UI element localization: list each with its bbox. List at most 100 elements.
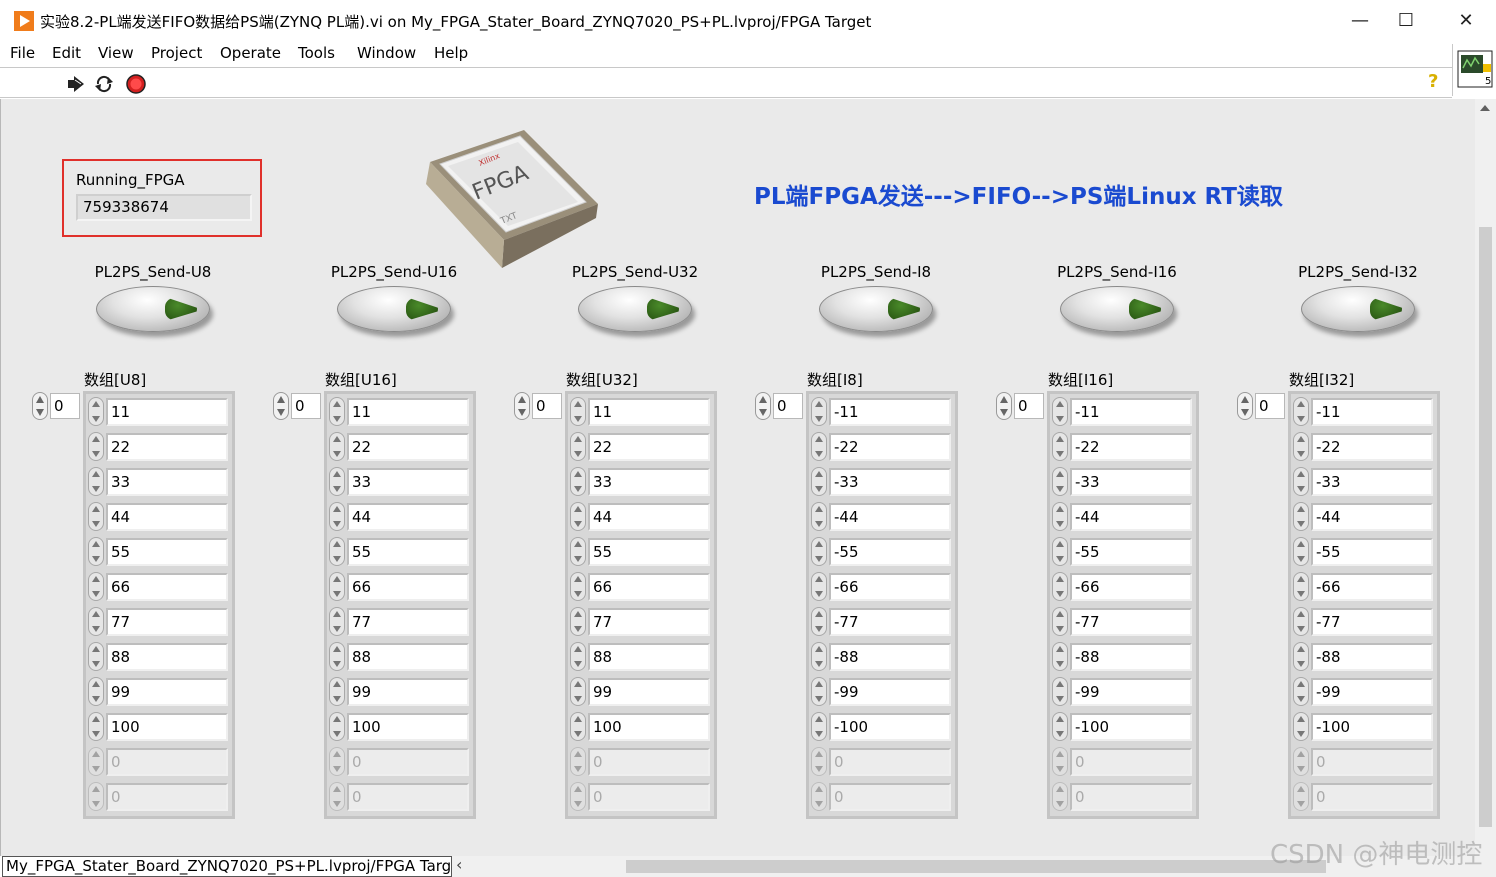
array-element[interactable]: -44 [1291,499,1437,534]
element-spinner[interactable] [1052,712,1068,741]
element-value[interactable]: 44 [347,503,469,531]
element-value[interactable]: 11 [347,398,469,426]
element-spinner[interactable] [570,537,586,566]
element-spinner[interactable] [329,502,345,531]
array-element[interactable]: -22 [809,429,955,464]
array-element[interactable]: -11 [809,394,955,429]
array-element[interactable]: -77 [809,604,955,639]
array-element[interactable]: 77 [327,604,473,639]
array-element[interactable]: -100 [1050,709,1196,744]
array-element[interactable]: 100 [568,709,714,744]
array-element[interactable]: 11 [568,394,714,429]
array-element[interactable]: -44 [1050,499,1196,534]
element-spinner[interactable] [811,677,827,706]
element-spinner[interactable] [88,572,104,601]
menu-file[interactable]: File [10,44,35,62]
element-spinner[interactable] [329,677,345,706]
element-spinner[interactable] [570,432,586,461]
element-spinner[interactable] [1052,502,1068,531]
element-spinner[interactable] [1052,467,1068,496]
element-value[interactable]: 99 [106,678,228,706]
element-spinner[interactable] [1052,677,1068,706]
element-value[interactable]: -77 [829,608,951,636]
array-element[interactable]: -66 [1050,569,1196,604]
array-element[interactable]: -22 [1050,429,1196,464]
element-spinner[interactable] [329,642,345,671]
element-spinner[interactable] [1293,432,1309,461]
element-spinner[interactable] [329,432,345,461]
element-spinner[interactable] [811,502,827,531]
element-spinner[interactable] [811,642,827,671]
send-button-i8[interactable] [819,286,933,332]
element-value[interactable]: -11 [829,398,951,426]
send-button-u32[interactable] [578,286,692,332]
array-element[interactable]: 77 [86,604,232,639]
array-element[interactable]: 44 [86,499,232,534]
array-element[interactable]: -55 [1050,534,1196,569]
element-spinner[interactable] [1293,642,1309,671]
element-spinner[interactable] [1052,432,1068,461]
element-value[interactable]: -100 [829,713,951,741]
send-button-i32[interactable] [1301,286,1415,332]
element-spinner[interactable] [1293,537,1309,566]
element-spinner[interactable] [329,537,345,566]
array-element[interactable]: -22 [1291,429,1437,464]
array-element[interactable]: 88 [86,639,232,674]
scroll-left-icon[interactable]: ‹ [456,855,462,874]
element-value[interactable]: -11 [1311,398,1433,426]
array-element[interactable]: -66 [809,569,955,604]
abort-stop-icon[interactable] [126,74,146,94]
element-value[interactable]: 66 [106,573,228,601]
array-element[interactable]: -99 [809,674,955,709]
element-spinner[interactable] [1293,677,1309,706]
element-spinner[interactable] [88,467,104,496]
element-value[interactable]: -44 [829,503,951,531]
array-element[interactable]: 66 [86,569,232,604]
array-element[interactable]: 99 [568,674,714,709]
element-value[interactable]: -55 [1311,538,1433,566]
menu-help[interactable]: Help [434,44,468,62]
element-value[interactable]: -66 [1070,573,1192,601]
element-value[interactable]: 100 [347,713,469,741]
element-value[interactable]: 22 [347,433,469,461]
element-spinner[interactable] [811,467,827,496]
array-element[interactable]: -77 [1050,604,1196,639]
element-value[interactable]: -66 [1311,573,1433,601]
array-element[interactable]: 44 [568,499,714,534]
element-spinner[interactable] [88,677,104,706]
array-element[interactable]: 33 [86,464,232,499]
array-element[interactable]: 66 [568,569,714,604]
element-value[interactable]: -55 [1070,538,1192,566]
element-spinner[interactable] [570,607,586,636]
element-value[interactable]: -99 [829,678,951,706]
send-button-i16[interactable] [1060,286,1174,332]
index-input-i32[interactable]: 0 [1255,393,1285,419]
array-element[interactable]: -99 [1291,674,1437,709]
index-input-u32[interactable]: 0 [532,393,562,419]
array-element[interactable]: 33 [568,464,714,499]
array-element[interactable]: -100 [809,709,955,744]
menu-window[interactable]: Window [357,44,416,62]
array-element[interactable]: -99 [1050,674,1196,709]
element-value[interactable]: 55 [106,538,228,566]
element-value[interactable]: 11 [106,398,228,426]
element-value[interactable]: -33 [1311,468,1433,496]
element-spinner[interactable] [570,642,586,671]
element-value[interactable]: 33 [106,468,228,496]
element-value[interactable]: 33 [347,468,469,496]
array-element[interactable]: 88 [568,639,714,674]
array-element[interactable]: 66 [327,569,473,604]
element-spinner[interactable] [329,397,345,426]
element-spinner[interactable] [570,502,586,531]
index-spinner-u16[interactable] [273,392,289,420]
array-element[interactable]: -100 [1291,709,1437,744]
vi-icon-connector[interactable]: 5 [1452,44,1496,96]
element-value[interactable]: 100 [106,713,228,741]
element-value[interactable]: 88 [588,643,710,671]
minimize-button[interactable]: — [1346,8,1374,34]
element-spinner[interactable] [1293,572,1309,601]
element-spinner[interactable] [88,607,104,636]
array-element[interactable]: 99 [327,674,473,709]
element-spinner[interactable] [88,432,104,461]
element-spinner[interactable] [811,572,827,601]
